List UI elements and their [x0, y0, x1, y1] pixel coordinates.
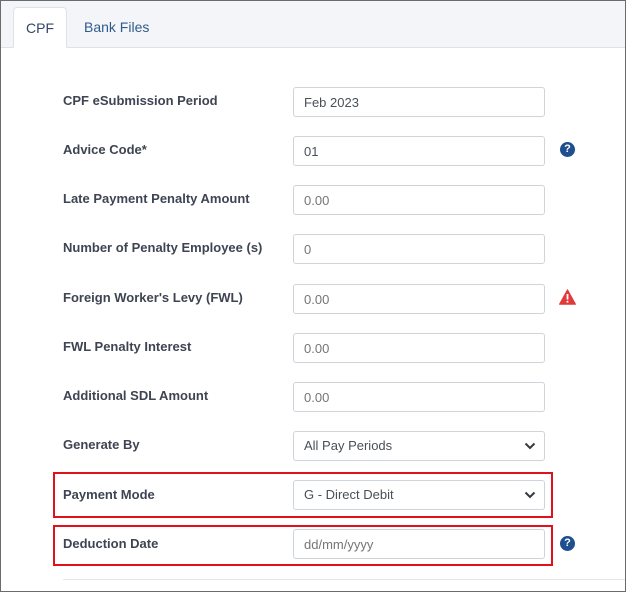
chevron-down-icon	[524, 491, 536, 499]
label-fwl-penalty-interest: FWL Penalty Interest	[63, 339, 192, 354]
fwl-penalty-interest-field[interactable]	[293, 333, 545, 363]
label-late-payment-penalty-amount: Late Payment Penalty Amount	[63, 191, 250, 206]
deduction-date-help-icon[interactable]: ?	[560, 536, 575, 551]
tab-cpf[interactable]: CPF	[13, 7, 67, 48]
cpf-form: CPF eSubmission Period Advice Code* ? La…	[1, 48, 625, 591]
tab-bank-files[interactable]: Bank Files	[72, 7, 161, 47]
payment-mode-select[interactable]: G - Direct Debit	[293, 480, 545, 510]
section-divider	[63, 579, 625, 580]
label-foreign-workers-levy: Foreign Worker's Levy (FWL)	[63, 290, 243, 305]
label-number-of-penalty-employee: Number of Penalty Employee (s)	[63, 240, 263, 255]
label-payment-mode: Payment Mode	[63, 487, 155, 502]
warning-icon	[559, 289, 576, 305]
number-of-penalty-employee-field[interactable]	[293, 234, 545, 264]
additional-sdl-amount-field[interactable]	[293, 382, 545, 412]
cpf-esubmission-period-field[interactable]	[293, 87, 545, 117]
label-cpf-esubmission-period: CPF eSubmission Period	[63, 93, 218, 108]
generate-by-selected-value: All Pay Periods	[304, 438, 393, 453]
label-deduction-date: Deduction Date	[63, 536, 159, 551]
window-frame: CPF Bank Files CPF eSubmission Period Ad…	[0, 0, 626, 592]
foreign-workers-levy-field[interactable]	[293, 284, 545, 314]
advice-code-help-icon[interactable]: ?	[560, 142, 575, 157]
late-payment-penalty-amount-field[interactable]	[293, 185, 545, 215]
chevron-down-icon	[524, 442, 536, 450]
label-generate-by: Generate By	[63, 437, 140, 452]
deduction-date-field[interactable]	[293, 529, 545, 559]
generate-by-select[interactable]: All Pay Periods	[293, 431, 545, 461]
advice-code-field[interactable]	[293, 136, 545, 166]
payment-mode-selected-value: G - Direct Debit	[304, 487, 394, 502]
tab-bar: CPF Bank Files	[1, 1, 625, 48]
label-advice-code: Advice Code*	[63, 142, 147, 157]
label-additional-sdl-amount: Additional SDL Amount	[63, 388, 209, 403]
